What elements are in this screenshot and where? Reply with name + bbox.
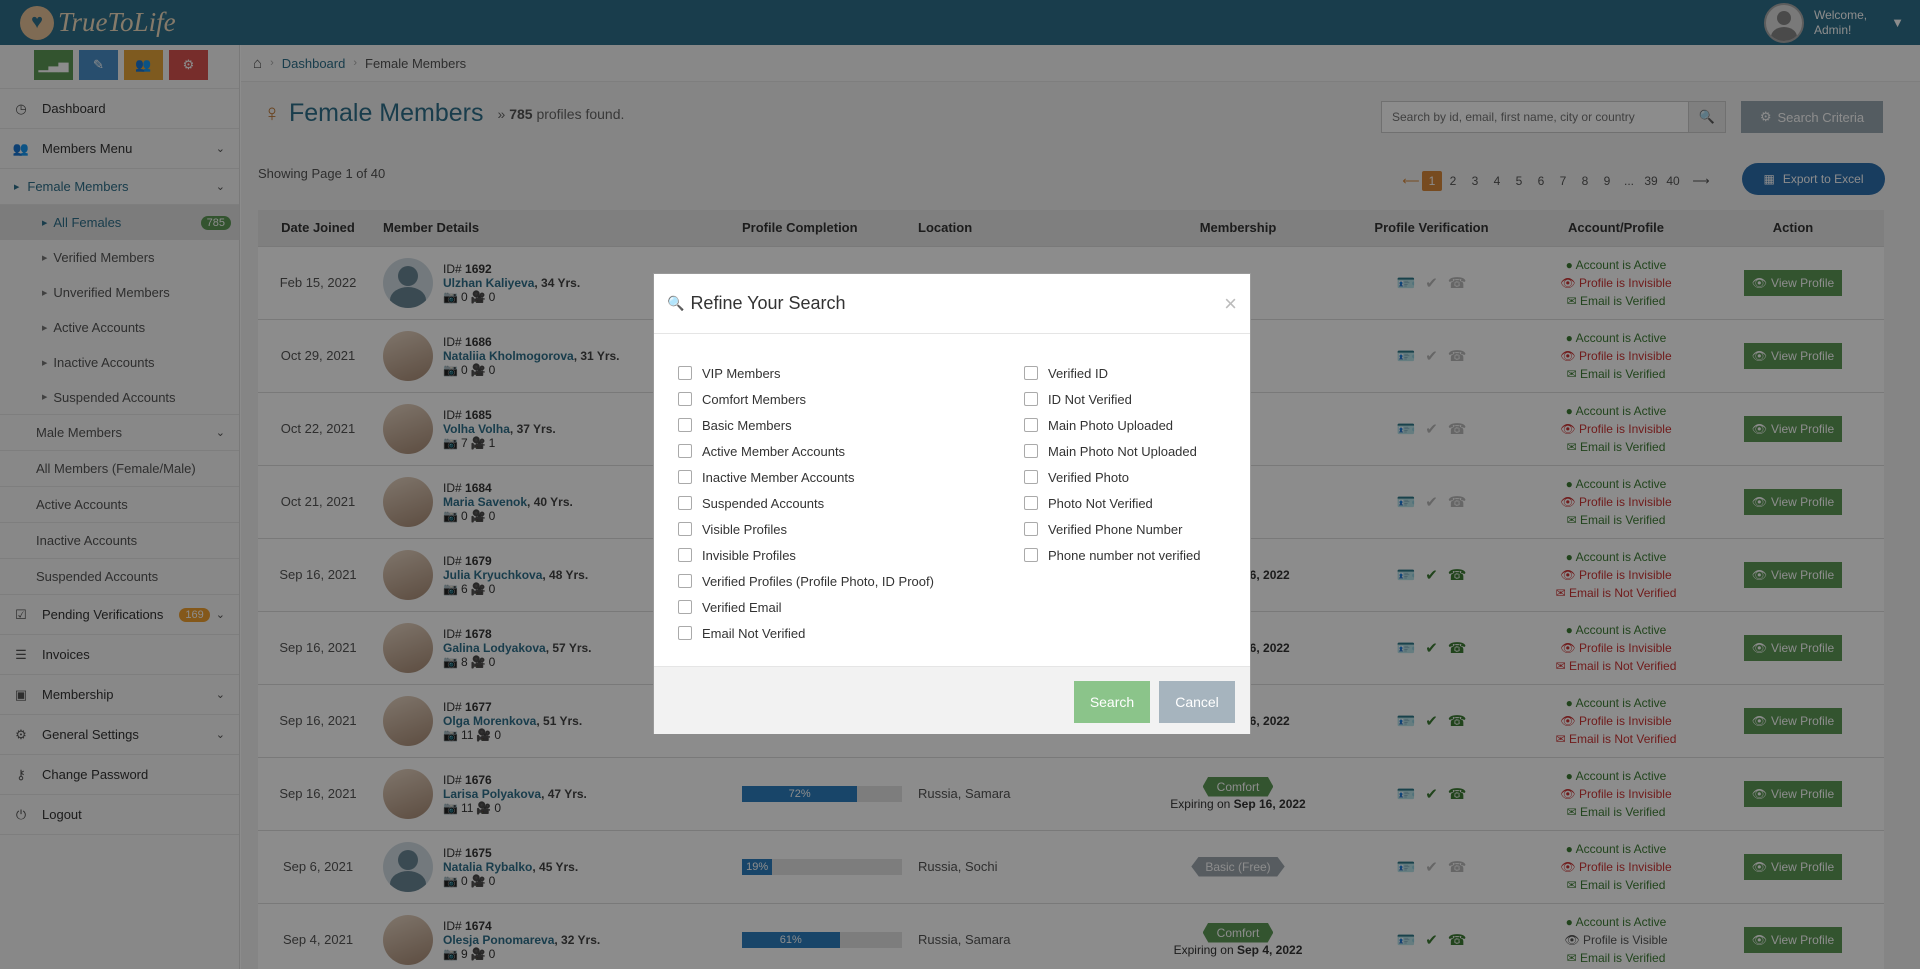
checkbox[interactable]	[1024, 444, 1038, 458]
checkbox[interactable]	[1024, 470, 1038, 484]
checkbox[interactable]	[1024, 392, 1038, 406]
filter-option[interactable]: Invisible Profiles	[678, 542, 934, 568]
modal-title: Refine Your Search	[690, 293, 846, 313]
filter-option[interactable]: Comfort Members	[678, 386, 934, 412]
modal-footer: Search Cancel	[654, 666, 1250, 734]
filter-option[interactable]: Verified Profiles (Profile Photo, ID Pro…	[678, 568, 934, 594]
filter-option[interactable]: Suspended Accounts	[678, 490, 934, 516]
checkbox[interactable]	[678, 392, 692, 406]
checkbox[interactable]	[1024, 496, 1038, 510]
checkbox[interactable]	[678, 496, 692, 510]
checkbox[interactable]	[678, 600, 692, 614]
checkbox[interactable]	[678, 470, 692, 484]
filter-column-right: Verified ID ID Not Verified Main Photo Upl…	[1024, 360, 1200, 568]
checkbox[interactable]	[1024, 522, 1038, 536]
filter-option[interactable]: Verified Photo	[1024, 464, 1200, 490]
checkbox[interactable]	[678, 548, 692, 562]
checkbox[interactable]	[1024, 418, 1038, 432]
close-icon[interactable]: ×	[1224, 291, 1237, 317]
filter-option[interactable]: Inactive Member Accounts	[678, 464, 934, 490]
modal-body: VIP Members Comfort Members Basic Members A…	[654, 334, 1250, 666]
checkbox[interactable]	[678, 574, 692, 588]
filter-option[interactable]: Main Photo Uploaded	[1024, 412, 1200, 438]
filter-option[interactable]: VIP Members	[678, 360, 934, 386]
refine-search-modal: 🔍 Refine Your Search × VIP Members Comfort…	[653, 273, 1251, 734]
checkbox[interactable]	[678, 444, 692, 458]
filter-option[interactable]: Basic Members	[678, 412, 934, 438]
filter-option[interactable]: Verified Phone Number	[1024, 516, 1200, 542]
search-button[interactable]: Search	[1074, 681, 1150, 723]
filter-column-left: VIP Members Comfort Members Basic Members A…	[678, 360, 934, 646]
filter-option[interactable]: ID Not Verified	[1024, 386, 1200, 412]
checkbox[interactable]	[678, 626, 692, 640]
filter-option[interactable]: Visible Profiles	[678, 516, 934, 542]
filter-option[interactable]: Verified ID	[1024, 360, 1200, 386]
filter-option[interactable]: Phone number not verified	[1024, 542, 1200, 568]
filter-option[interactable]: Active Member Accounts	[678, 438, 934, 464]
filter-option[interactable]: Verified Email	[678, 594, 934, 620]
checkbox[interactable]	[678, 522, 692, 536]
modal-header: 🔍 Refine Your Search ×	[654, 274, 1250, 334]
filter-option[interactable]: Main Photo Not Uploaded	[1024, 438, 1200, 464]
cancel-button[interactable]: Cancel	[1159, 681, 1235, 723]
checkbox[interactable]	[1024, 548, 1038, 562]
search-icon: 🔍	[667, 295, 685, 311]
filter-option[interactable]: Photo Not Verified	[1024, 490, 1200, 516]
filter-option[interactable]: Email Not Verified	[678, 620, 934, 646]
checkbox[interactable]	[1024, 366, 1038, 380]
checkbox[interactable]	[678, 418, 692, 432]
checkbox[interactable]	[678, 366, 692, 380]
